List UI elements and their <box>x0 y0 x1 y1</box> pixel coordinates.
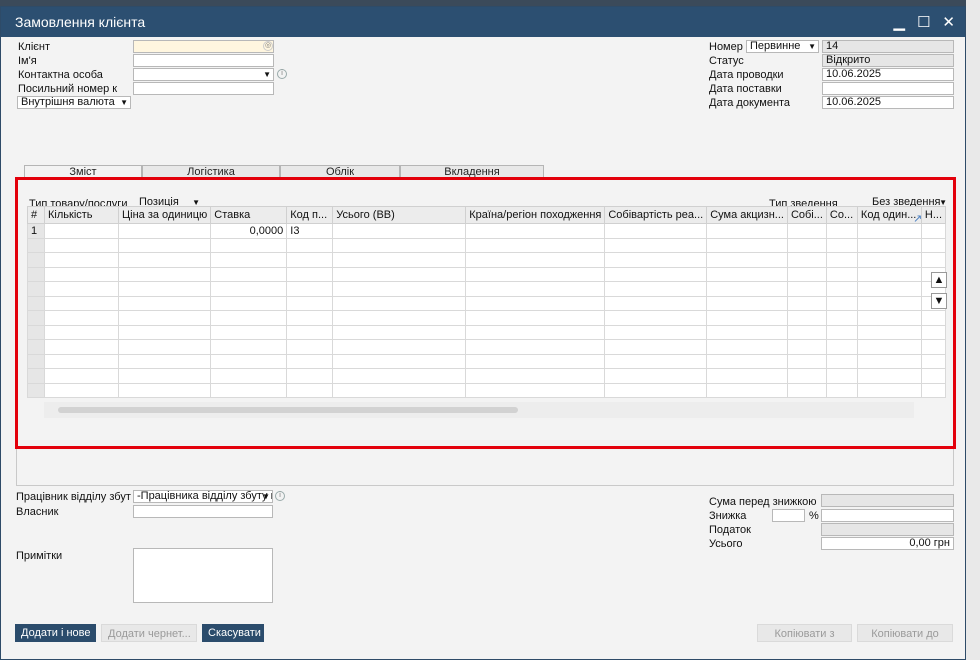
contact-person-label: Контактна особа <box>18 69 103 81</box>
lookup-icon[interactable]: ◎ <box>263 41 273 51</box>
add-draft-button[interactable]: Додати чернет... <box>101 624 197 642</box>
title-bar: Замовлення клієнта ▁ ☐ ✕ <box>1 7 965 37</box>
name-label: Ім'я <box>18 55 37 67</box>
owner-label: Власник <box>16 506 59 518</box>
close-icon[interactable]: ✕ <box>942 13 955 31</box>
tax-field <box>821 523 954 536</box>
currency-dropdown[interactable]: Внутрішня валюта ▼ <box>17 96 131 109</box>
add-and-new-button[interactable]: Додати і нове <box>15 624 96 642</box>
owner-field[interactable] <box>133 505 273 518</box>
currency-value: Внутрішня валюта <box>21 96 115 108</box>
copy-from-button[interactable]: Копіювати з <box>757 624 852 642</box>
percent-sign: % <box>809 510 819 522</box>
before-discount-field <box>821 494 954 507</box>
chevron-down-icon: ▼ <box>263 70 271 79</box>
before-discount-label: Сума перед знижкою <box>709 496 817 508</box>
delivery-date-field[interactable] <box>822 82 954 95</box>
total-label: Усього <box>709 538 743 550</box>
number-series-dropdown[interactable]: Первинне ▼ <box>746 40 819 53</box>
reference-field[interactable] <box>133 82 274 95</box>
client-field[interactable] <box>133 40 274 53</box>
document-date-field[interactable]: 10.06.2025 <box>822 96 954 109</box>
posting-date-label: Дата проводки <box>709 69 784 81</box>
minimize-icon[interactable]: ▁ <box>893 13 905 31</box>
background-right <box>966 0 980 660</box>
discount-field[interactable] <box>821 509 954 522</box>
remarks-textarea[interactable] <box>133 548 273 603</box>
reference-label: Посильний номер к <box>18 83 118 95</box>
info-icon[interactable]: i <box>277 69 287 79</box>
status-field: Відкрито <box>822 54 954 67</box>
total-field: 0,00 грн <box>821 537 954 550</box>
discount-percent-field[interactable] <box>772 509 805 522</box>
number-series-value: Первинне <box>750 40 801 52</box>
sales-employee-dropdown[interactable]: -Працівника відділу збуту нем ▼ <box>133 490 273 503</box>
cancel-button[interactable]: Скасувати <box>202 624 264 642</box>
maximize-icon[interactable]: ☐ <box>917 13 930 31</box>
document-number-field: 14 <box>822 40 954 53</box>
status-label: Статус <box>709 55 744 67</box>
info-icon[interactable]: i <box>275 491 285 501</box>
contact-person-dropdown[interactable]: ▼ <box>133 68 274 81</box>
chevron-down-icon: ▼ <box>808 42 816 51</box>
tax-label: Податок <box>709 524 751 536</box>
sales-employee-label: Працівник відділу збут <box>16 491 131 503</box>
name-field[interactable] <box>133 54 274 67</box>
document-date-label: Дата документа <box>709 97 791 109</box>
chevron-down-icon: ▼ <box>262 492 270 501</box>
chevron-down-icon: ▼ <box>120 98 128 107</box>
posting-date-field[interactable]: 10.06.2025 <box>822 68 954 81</box>
discount-label: Знижка <box>709 510 747 522</box>
delivery-date-label: Дата поставки <box>709 83 782 95</box>
copy-to-button[interactable]: Копіювати до <box>857 624 953 642</box>
number-label: Номер <box>709 41 743 53</box>
window-title: Замовлення клієнта <box>15 14 146 30</box>
highlight-frame <box>15 177 956 449</box>
remarks-label: Примітки <box>16 550 63 562</box>
sales-employee-value: -Працівника відділу збуту нем <box>137 490 272 502</box>
client-label: Клієнт <box>18 41 50 53</box>
